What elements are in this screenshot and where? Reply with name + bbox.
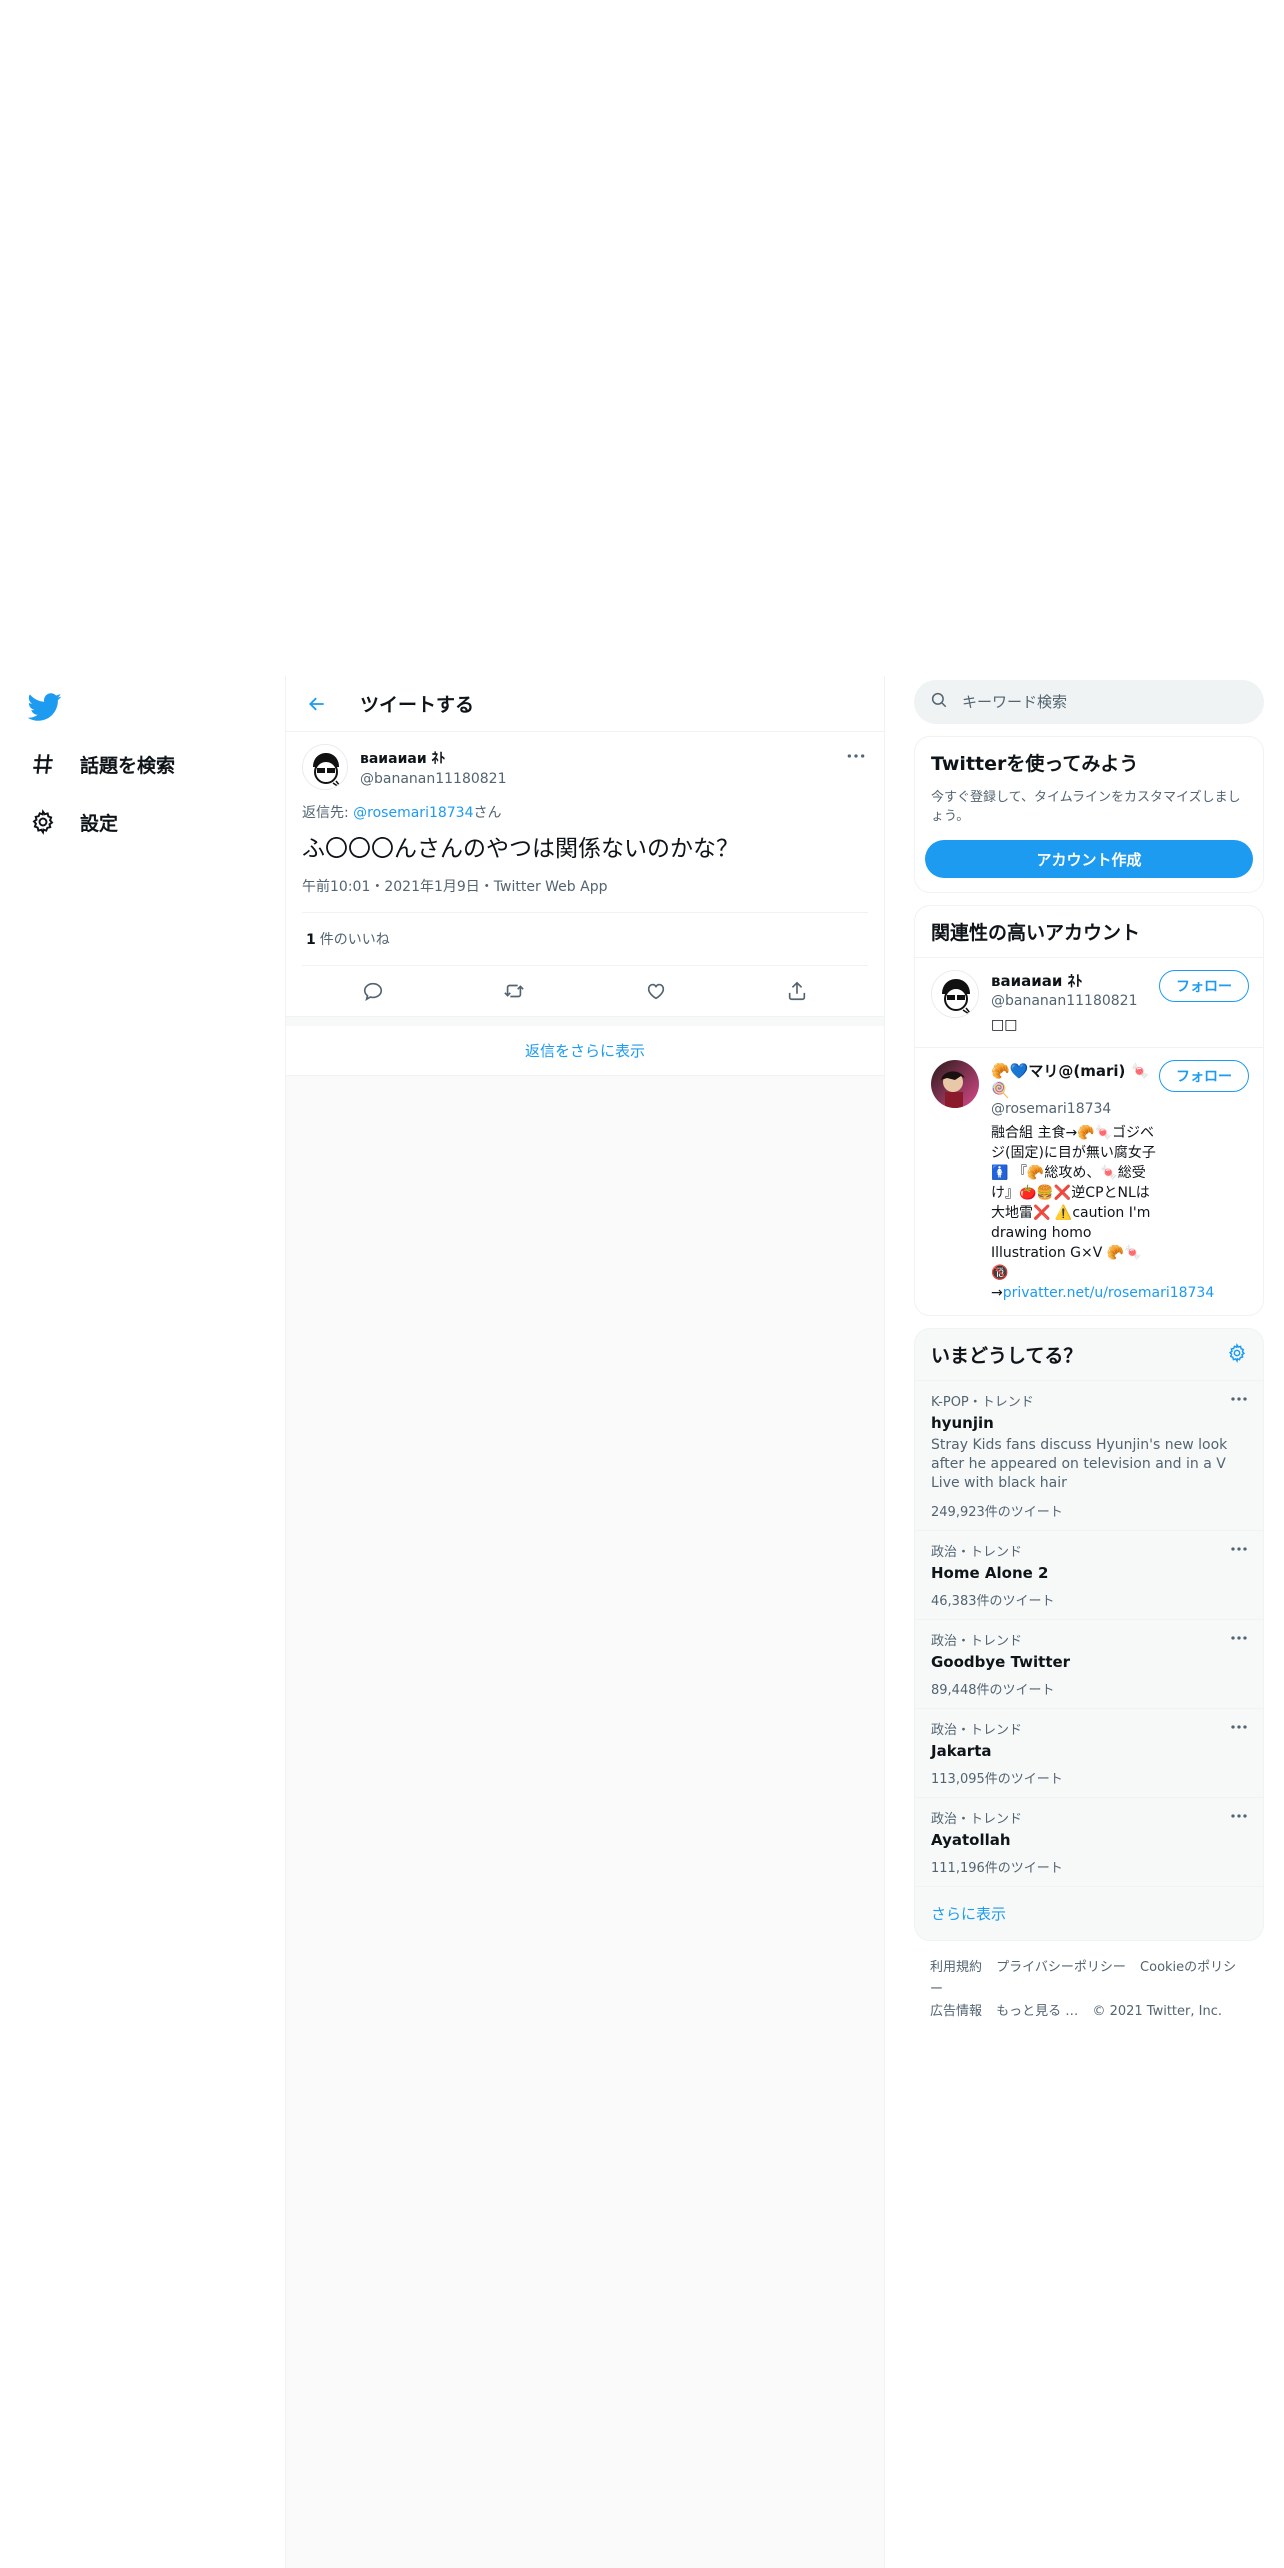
back-arrow-icon[interactable] <box>302 689 332 719</box>
footer-link[interactable]: 利用規約 <box>930 1960 982 1975</box>
show-more-replies-button[interactable]: 返信をさらに表示 <box>286 1026 884 1076</box>
trend-context: 政治・トレンド <box>931 1634 1023 1649</box>
trend-name: Jakarta <box>931 1742 992 1760</box>
author-avatar[interactable] <box>302 744 348 790</box>
footer-copyright: © 2021 Twitter, Inc. <box>1092 2004 1222 2019</box>
account-display-name[interactable]: вaиaиaи ﾈﾄ <box>991 970 1161 991</box>
reply-icon[interactable] <box>355 973 391 1009</box>
tweet-actions <box>302 966 868 1016</box>
gear-icon <box>28 807 58 837</box>
trend-name: hyunjin <box>931 1414 994 1432</box>
trend-name: Home Alone 2 <box>931 1564 1049 1582</box>
trends-settings-gear-icon[interactable] <box>1227 1342 1247 1367</box>
page-title: ツイートする <box>360 694 475 716</box>
hashtag-icon <box>28 749 58 779</box>
trends-show-more-link[interactable]: さらに表示 <box>915 1887 1263 1940</box>
account-display-name[interactable]: 🥐💙マリ@(mari) 🍬🍭 <box>991 1060 1161 1099</box>
signup-title: Twitterを使ってみよう <box>931 753 1139 775</box>
trend-tweet-count: 46,383件のツイート <box>931 1594 1055 1609</box>
more-options-icon[interactable] <box>1229 1721 1249 1733</box>
trends-card: いまどうしてる？ K-POP・トレンド hyunjin Stray Kids fan… <box>914 1328 1264 1941</box>
twitter-logo-icon[interactable] <box>27 690 62 724</box>
nav-settings-label: 設定 <box>80 812 119 835</box>
author-display-name[interactable]: вaиaиaи ﾈﾄ <box>360 748 507 768</box>
trend-tweet-count: 89,448件のツイート <box>931 1683 1055 1698</box>
trends-title: いまどうしてる？ <box>931 1345 1083 1367</box>
bio-link[interactable]: privatter.net/u/rosemari18734 <box>1003 1285 1215 1301</box>
account-avatar[interactable] <box>931 1060 979 1108</box>
likes-number: 1 <box>306 932 316 948</box>
trend-tweet-count: 249,923件のツイート <box>931 1505 1063 1520</box>
focused-tweet: вaиaиaи ﾈﾄ @bananan11180821 返信先: @rosema… <box>286 732 884 1016</box>
like-icon[interactable] <box>638 973 674 1009</box>
trend-name: Goodbye Twitter <box>931 1653 1071 1671</box>
trend-item[interactable]: 政治・トレンド Goodbye Twitter 89,448件のツイート <box>915 1620 1263 1709</box>
likes-label: 件のいいね <box>319 932 390 948</box>
footer: 利用規約 プライバシーポリシー Cookieのポリシー 広告情報 もっと見る …… <box>914 1941 1264 2039</box>
more-options-icon[interactable] <box>1229 1810 1249 1822</box>
right-sidebar: Twitterを使ってみよう 今すぐ登録して、タイムラインをカスタマイズしましょ… <box>914 680 1264 2039</box>
tweet-text: ふ〇〇〇んさんのやつは関係ないのかな？ <box>302 836 739 862</box>
footer-link[interactable]: もっと見る … <box>996 2004 1078 2019</box>
nav-explore-label: 話題を検索 <box>80 754 176 777</box>
section-divider <box>286 1016 884 1026</box>
trend-item[interactable]: K-POP・トレンド hyunjin Stray Kids fans discuss… <box>915 1381 1263 1531</box>
signup-description: 今すぐ登録して、タイムラインをカスタマイズしましょう。 <box>931 790 1241 824</box>
account-bio: 融合組 主食→🥐🍬ゴジベジ(固定)に目が無い腐女子 🚺 『🥐総攻め、🍬総受け』🍅… <box>991 1123 1214 1303</box>
trend-name: Ayatollah <box>931 1831 1011 1849</box>
account-bio-text: 融合組 主食→🥐🍬ゴジベジ(固定)に目が無い腐女子 🚺 『🥐総攻め、🍬総受け』🍅… <box>991 1125 1156 1281</box>
main-column: ツイートする вaиaиaи ﾈﾄ @bananan11180821 返信先: … <box>285 676 885 2568</box>
search-input[interactable] <box>962 693 1222 711</box>
search-icon <box>930 691 948 713</box>
retweet-icon[interactable] <box>496 973 532 1009</box>
reply-prefix: 返信先: <box>302 805 354 821</box>
account-handle[interactable]: @bananan11180821 <box>991 993 1161 1009</box>
nav-settings[interactable]: 設定 <box>28 802 118 842</box>
trend-description: Stray Kids fans discuss Hyunjin's new lo… <box>931 1437 1228 1491</box>
account-avatar[interactable] <box>931 970 979 1018</box>
trend-tweet-count: 111,196件のツイート <box>931 1861 1063 1876</box>
footer-link[interactable]: 広告情報 <box>930 2004 982 2019</box>
relevant-accounts-title: 関連性の高いアカウント <box>931 922 1141 944</box>
relevant-accounts-card: 関連性の高いアカウント вaиaиaи ﾈﾄ @bananan11180821 … <box>914 905 1264 1316</box>
follow-button[interactable]: フォロー <box>1159 970 1249 1002</box>
author-handle[interactable]: @bananan11180821 <box>360 771 507 787</box>
footer-line-1: 利用規約 プライバシーポリシー Cookieのポリシー <box>930 1957 1248 2001</box>
footer-link[interactable]: プライバシーポリシー <box>996 1960 1126 1975</box>
trend-item[interactable]: 政治・トレンド Home Alone 2 46,383件のツイート <box>915 1531 1263 1620</box>
trend-tweet-count: 113,095件のツイート <box>931 1772 1063 1787</box>
account-bio: □□ <box>991 1017 1018 1033</box>
tweet-timestamp[interactable]: 午前10:01・2021年1月9日・Twitter Web App <box>302 876 868 913</box>
bio-link-arrow: → <box>991 1285 1003 1301</box>
create-account-button[interactable]: アカウント作成 <box>925 840 1253 878</box>
likes-count[interactable]: 1 件のいいね <box>302 913 868 966</box>
reply-user-link[interactable]: @rosemari18734 <box>353 805 473 821</box>
account-item[interactable]: 🥐💙マリ@(mari) 🍬🍭 @rosemari18734 融合組 主食→🥐🍬ゴ… <box>915 1047 1263 1315</box>
reply-context: 返信先: @rosemari18734さん <box>302 802 868 822</box>
trend-context: 政治・トレンド <box>931 1545 1023 1560</box>
reply-suffix: さん <box>473 805 502 821</box>
account-handle[interactable]: @rosemari18734 <box>991 1101 1161 1117</box>
trend-context: 政治・トレンド <box>931 1812 1023 1827</box>
more-options-icon[interactable] <box>1229 1393 1249 1405</box>
trend-item[interactable]: 政治・トレンド Jakarta 113,095件のツイート <box>915 1709 1263 1798</box>
search-box[interactable] <box>914 680 1264 724</box>
follow-button[interactable]: フォロー <box>1159 1060 1249 1092</box>
trend-context: 政治・トレンド <box>931 1723 1023 1738</box>
trend-item[interactable]: 政治・トレンド Ayatollah 111,196件のツイート <box>915 1798 1263 1887</box>
more-options-icon[interactable] <box>1229 1543 1249 1555</box>
trend-context: K-POP・トレンド <box>931 1395 1034 1410</box>
signup-card: Twitterを使ってみよう 今すぐ登録して、タイムラインをカスタマイズしましょ… <box>914 736 1264 893</box>
footer-line-2: 広告情報 もっと見る … © 2021 Twitter, Inc. <box>930 2001 1248 2023</box>
more-options-icon[interactable] <box>844 748 868 764</box>
share-icon[interactable] <box>779 973 815 1009</box>
account-item[interactable]: вaиaиaи ﾈﾄ @bananan11180821 □□ フォロー <box>915 957 1263 1047</box>
more-options-icon[interactable] <box>1229 1632 1249 1644</box>
tweet-header: ツイートする <box>286 676 884 732</box>
nav-explore[interactable]: 話題を検索 <box>28 744 175 784</box>
